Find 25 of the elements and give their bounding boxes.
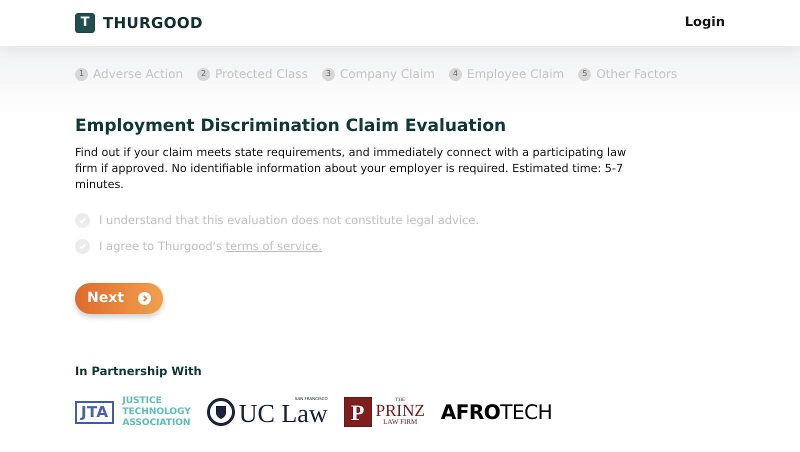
agreement-text: I agree to Thurgood's terms of service. [99, 238, 322, 255]
login-link[interactable]: Login [684, 13, 725, 33]
jta-logo-text: JUSTICE [122, 396, 163, 407]
terms-link[interactable]: terms of service. [225, 238, 322, 253]
step-number: 3 [322, 68, 335, 80]
partners-heading: In Partnership With [75, 362, 202, 380]
prinz-logo-text: PRINZ [376, 403, 425, 420]
uclaw-logo-text: UC Law [238, 401, 328, 428]
chevron-right-icon [138, 292, 151, 304]
step-number: 5 [578, 68, 592, 80]
page-title: Employment Discrimination Claim Evaluation [75, 115, 506, 138]
jta-logo-text: TECHNOLOGY [122, 406, 191, 418]
next-button[interactable]: Next [75, 282, 163, 314]
step-number: 4 [448, 68, 462, 80]
brand-name: THURGOOD [103, 12, 203, 34]
step-number: 1 [75, 68, 88, 80]
agreement-text: I understand that this evaluation does not constitute legal advice. [99, 212, 480, 229]
step-number: 2 [197, 68, 210, 80]
brand-logo-mark: T [75, 13, 95, 33]
afrotech-logo-text: AFROTECH [440, 399, 552, 426]
prinz-logo-mark: P [344, 397, 372, 428]
jta-logo-text: ASSOCIATION [122, 418, 191, 429]
seal-icon [206, 398, 235, 426]
description: Find out if your claim meets state requirements, and immediately connect with a participating law firm if approved. No identifiable information about your employer is required. Estimated time: 5-7 minutes. [75, 144, 628, 192]
jta-logo-mark: JTA [75, 400, 114, 424]
